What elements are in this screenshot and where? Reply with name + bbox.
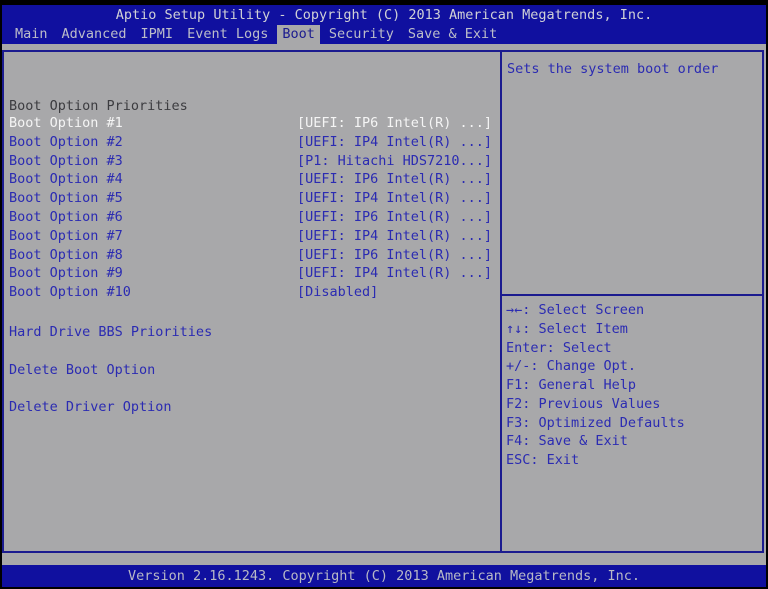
key-hint-select-item: ↑↓: Select Item [506, 320, 628, 337]
section-header-boot-option-priorities: Boot Option Priorities [9, 98, 188, 114]
boot-option-label: Boot Option #9 [9, 265, 123, 282]
boot-option-label: Boot Option #2 [9, 133, 123, 150]
boot-option-label: Boot Option #4 [9, 171, 123, 188]
title-bar: Aptio Setup Utility - Copyright (C) 2013… [2, 5, 766, 25]
boot-option-row-boot-option-6[interactable]: Boot Option #6 [UEFI: IP6 Intel(R) ...] [9, 208, 499, 227]
key-hint-select: Enter: Select [506, 339, 612, 356]
boot-option-value: [Disabled] [297, 284, 379, 301]
boot-option-label: Boot Option #10 [9, 284, 131, 301]
key-hint-optimized-defaults: F3: Optimized Defaults [506, 414, 685, 431]
boot-option-value: [UEFI: IP6 Intel(R) ...] [297, 246, 493, 263]
key-hint-select-screen: →←: Select Screen [506, 302, 645, 318]
vertical-divider [500, 50, 502, 553]
boot-option-row-boot-option-7[interactable]: Boot Option #7 [UEFI: IP4 Intel(R) ...] [9, 227, 499, 246]
action-hard-drive-bbs-priorities[interactable]: Hard Drive BBS Priorities [9, 323, 212, 342]
menu-bar: Main Advanced IPMI Event Logs Boot Security Sa… [2, 25, 766, 44]
action-delete-boot-option[interactable]: Delete Boot Option [9, 361, 155, 380]
boot-option-list: Boot Option #1 [UEFI: IP6 Intel(R) ...] Bo… [9, 114, 499, 302]
boot-option-value: [UEFI: IP6 Intel(R) ...] [297, 115, 493, 131]
menu-tab-save-exit[interactable]: Save & Exit [403, 25, 502, 44]
boot-option-value: [UEFI: IP4 Intel(R) ...] [297, 265, 493, 282]
boot-option-row-boot-option-2[interactable]: Boot Option #2 [UEFI: IP4 Intel(R) ...] [9, 133, 499, 152]
boot-option-label: Boot Option #7 [9, 227, 123, 244]
boot-option-value: [UEFI: IP6 Intel(R) ...] [297, 208, 493, 225]
key-hint-general-help: F1: General Help [506, 377, 637, 393]
action-delete-driver-option[interactable]: Delete Driver Option [9, 398, 172, 417]
help-text: Sets the system boot order [507, 61, 719, 77]
menu-tab-ipmi[interactable]: IPMI [136, 25, 179, 44]
menu-tab-event-logs[interactable]: Event Logs [182, 25, 273, 44]
boot-option-row-boot-option-10[interactable]: Boot Option #10 [Disabled] [9, 283, 499, 302]
key-hint-previous-values: F2: Previous Values [506, 395, 661, 412]
bios-setup-screen: Aptio Setup Utility - Copyright (C) 2013… [0, 0, 768, 589]
boot-option-label: Boot Option #5 [9, 190, 123, 207]
horizontal-divider [502, 294, 762, 296]
menu-tab-main[interactable]: Main [10, 25, 53, 44]
key-hint-exit: ESC: Exit [506, 452, 580, 468]
boot-option-row-boot-option-9[interactable]: Boot Option #9 [UEFI: IP4 Intel(R) ...] [9, 264, 499, 283]
boot-option-row-boot-option-1[interactable]: Boot Option #1 [UEFI: IP6 Intel(R) ...] [9, 114, 499, 133]
boot-option-value: [P1: Hitachi HDS7210...] [297, 152, 493, 169]
boot-option-value: [UEFI: IP4 Intel(R) ...] [297, 190, 493, 207]
boot-option-value: [UEFI: IP6 Intel(R) ...] [297, 171, 493, 188]
key-hint-save-exit: F4: Save & Exit [506, 433, 628, 450]
boot-option-row-boot-option-3[interactable]: Boot Option #3 [P1: Hitachi HDS7210...] [9, 152, 499, 171]
key-hint-change-opt: +/-: Change Opt. [506, 358, 637, 375]
boot-option-label: Boot Option #6 [9, 208, 123, 225]
menu-tab-advanced[interactable]: Advanced [57, 25, 132, 44]
boot-option-row-boot-option-4[interactable]: Boot Option #4 [UEFI: IP6 Intel(R) ...] [9, 170, 499, 189]
version-bar: Version 2.16.1243. Copyright (C) 2013 Am… [2, 565, 766, 587]
boot-option-label: Boot Option #1 [9, 115, 123, 131]
menu-tab-security[interactable]: Security [324, 25, 399, 44]
boot-option-row-boot-option-8[interactable]: Boot Option #8 [UEFI: IP6 Intel(R) ...] [9, 246, 499, 265]
boot-option-label: Boot Option #3 [9, 152, 123, 169]
menu-tab-boot[interactable]: Boot [277, 25, 320, 44]
boot-option-value: [UEFI: IP4 Intel(R) ...] [297, 227, 493, 244]
boot-option-value: [UEFI: IP4 Intel(R) ...] [297, 133, 493, 150]
boot-option-row-boot-option-5[interactable]: Boot Option #5 [UEFI: IP4 Intel(R) ...] [9, 189, 499, 208]
boot-option-label: Boot Option #8 [9, 246, 123, 263]
key-hint-list: →←: Select Screen ↑↓: Select Item Enter: S… [506, 301, 685, 470]
